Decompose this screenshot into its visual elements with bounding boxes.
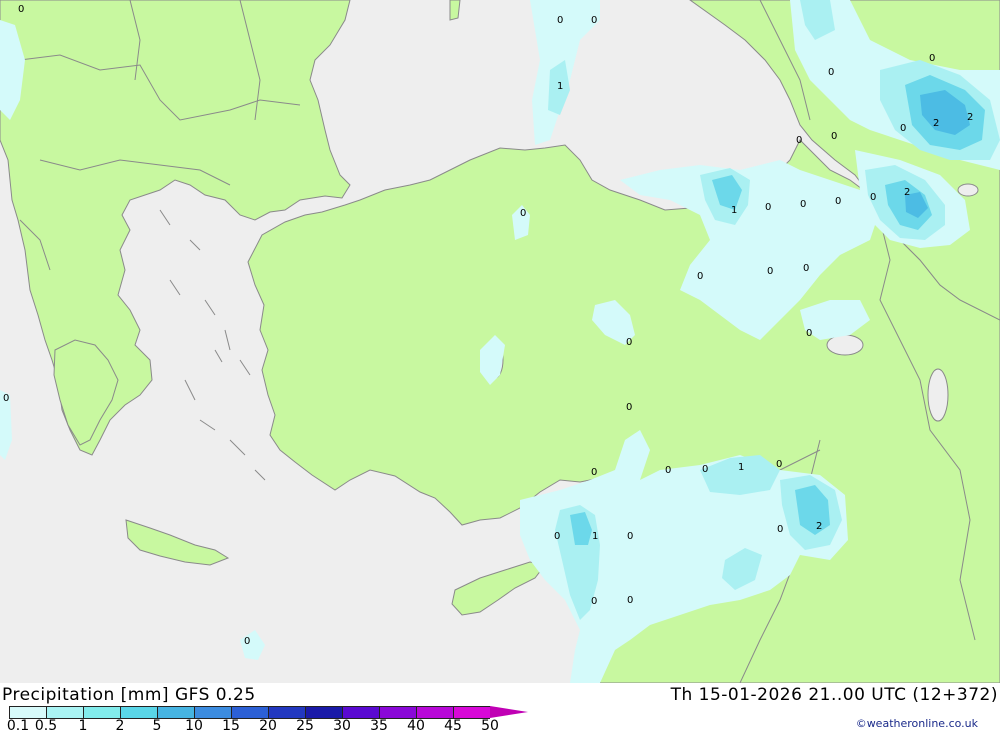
value-label: 0 xyxy=(702,464,708,475)
value-label: 0 xyxy=(831,131,837,142)
value-label: 0 xyxy=(627,531,633,542)
scale-label: 20 xyxy=(259,718,277,734)
land-north-coast xyxy=(449,0,461,21)
value-label: 0 xyxy=(870,192,876,203)
scale-label: 50 xyxy=(481,718,499,734)
scale-label: 40 xyxy=(407,718,425,734)
value-label: 0 xyxy=(800,199,806,210)
scale-label: 1 xyxy=(78,718,88,734)
value-label: 0 xyxy=(18,4,24,15)
value-label: 0 xyxy=(520,208,526,219)
scale-label: 10 xyxy=(185,718,203,734)
scale-label: 25 xyxy=(296,718,314,734)
legend-title: Precipitation [mm] GFS 0.25 xyxy=(2,685,256,705)
scale-labels: 0.1 0.5 1 2 5 10 15 20 25 30 35 40 45 50 xyxy=(0,718,560,734)
credit-link[interactable]: ©weatheronline.co.uk xyxy=(856,717,978,730)
value-label: 0 xyxy=(591,467,597,478)
value-label: 1 xyxy=(557,81,563,92)
value-label: 2 xyxy=(967,112,973,123)
scale-label: 0.1 xyxy=(6,718,30,734)
value-label: 2 xyxy=(933,118,939,129)
value-label: 0 xyxy=(776,459,782,470)
scale-label: 2 xyxy=(115,718,125,734)
value-label: 0 xyxy=(591,596,597,607)
value-label: 0 xyxy=(697,271,703,282)
precipitation-map: 0 0 0 1 0 0 2 2 0 0 0 0 1 0 0 0 0 2 0 0 … xyxy=(0,0,1000,683)
lake-van xyxy=(927,368,949,422)
value-label: 0 xyxy=(767,266,773,277)
value-label: 0 xyxy=(3,393,9,404)
value-label: 0 xyxy=(796,135,802,146)
value-label: 0 xyxy=(900,123,906,134)
value-label: 0 xyxy=(803,263,809,274)
value-label: 0 xyxy=(626,337,632,348)
forecast-datetime: Th 15-01-2026 21..00 UTC (12+372) xyxy=(670,685,998,705)
scale-label: 5 xyxy=(152,718,162,734)
value-label: 0 xyxy=(665,465,671,476)
value-label: 2 xyxy=(904,187,910,198)
value-label: 0 xyxy=(929,53,935,64)
value-label: 2 xyxy=(816,521,822,532)
value-label: 0 xyxy=(806,328,812,339)
value-label: 0 xyxy=(828,67,834,78)
value-label: 0 xyxy=(777,524,783,535)
value-label: 0 xyxy=(835,196,841,207)
lake-sevan xyxy=(957,183,979,197)
value-label: 1 xyxy=(592,531,598,542)
legend-bar: Precipitation [mm] GFS 0.25 Th 15-01-202… xyxy=(0,683,1000,734)
value-label: 0 xyxy=(557,15,563,26)
scale-label: 30 xyxy=(333,718,351,734)
value-label: 0 xyxy=(626,402,632,413)
value-label: 1 xyxy=(731,205,737,216)
scale-label: 15 xyxy=(222,718,240,734)
scale-label: 0.5 xyxy=(34,718,58,734)
value-label: 0 xyxy=(591,15,597,26)
scale-label: 45 xyxy=(444,718,462,734)
value-label: 0 xyxy=(244,636,250,647)
value-label: 0 xyxy=(554,531,560,542)
scale-label: 35 xyxy=(370,718,388,734)
lake-urmia xyxy=(826,334,864,356)
value-label: 1 xyxy=(738,462,744,473)
value-label: 0 xyxy=(627,595,633,606)
scale-arrow xyxy=(490,706,528,718)
value-label: 0 xyxy=(765,202,771,213)
